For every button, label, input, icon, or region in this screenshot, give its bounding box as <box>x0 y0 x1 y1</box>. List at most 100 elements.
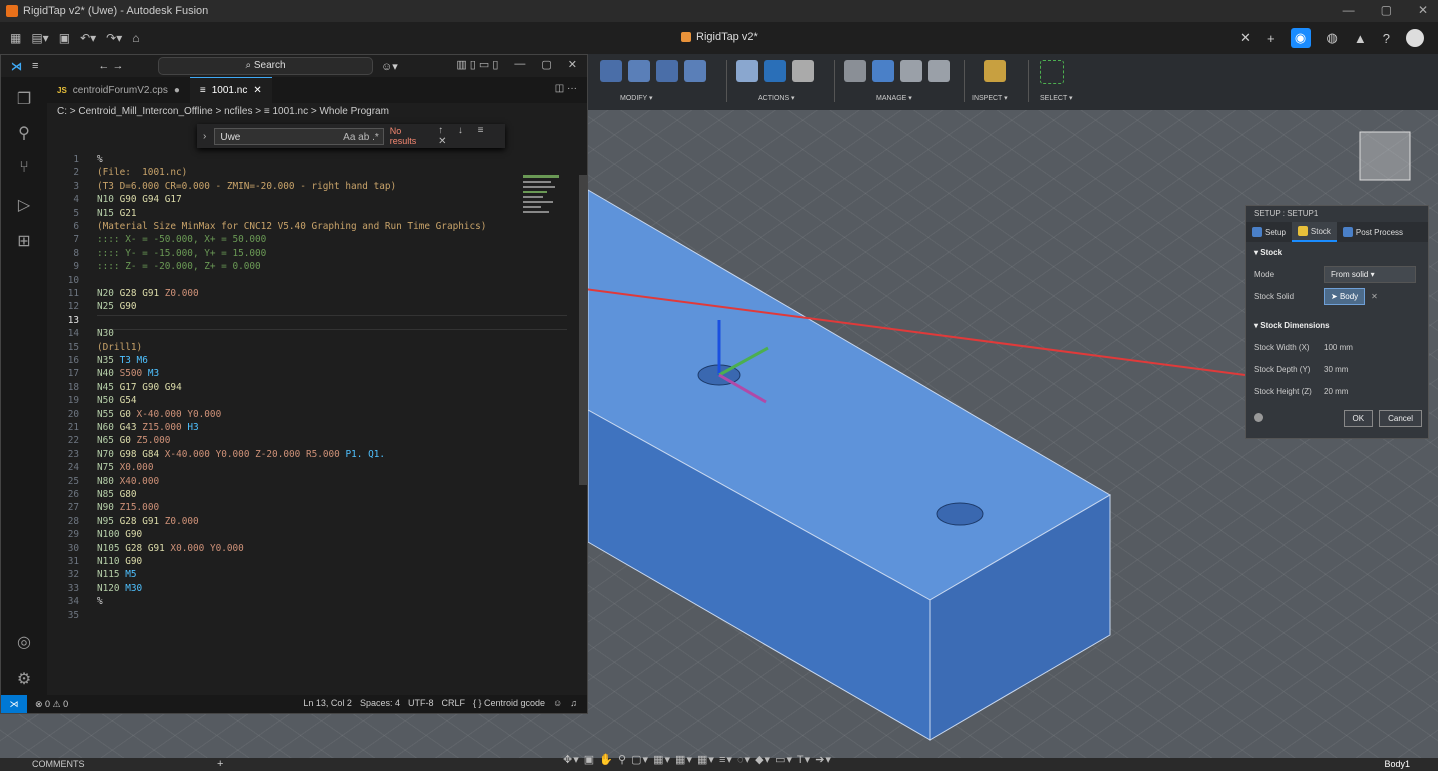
command-center-search[interactable]: ⌕ Search <box>158 57 373 75</box>
add-comment-button[interactable]: + <box>217 758 223 770</box>
account-icon[interactable]: ◎ <box>14 632 34 652</box>
modify-tool-icon[interactable] <box>628 60 650 82</box>
mode-select[interactable]: From solid ▾ <box>1324 265 1416 283</box>
find-controls[interactable]: ↑ ↓ ≡ ✕ <box>438 125 505 147</box>
code-line[interactable]: 26 N85 G80 <box>47 489 137 502</box>
modify-tool-icon[interactable] <box>600 60 622 82</box>
stock-dimensions-header[interactable]: ▾ Stock Dimensions <box>1246 315 1428 336</box>
find-input[interactable]: Uwe Aa ab .* <box>214 127 384 145</box>
comments-panel[interactable]: COMMENTS <box>32 759 85 769</box>
code-line[interactable]: 15 (Drill1) <box>47 342 142 355</box>
remote-indicator-icon[interactable]: ⋊ <box>1 695 27 713</box>
code-line[interactable]: 9:::: Z- = -20.000, Z+ = 0.000 <box>47 261 260 274</box>
layout-icon[interactable]: ▥ ▯ ▭ ▯ <box>456 58 498 71</box>
job-status-icon[interactable]: ◍ <box>1327 30 1338 46</box>
encoding[interactable]: UTF-8 <box>408 698 434 708</box>
code-line[interactable]: 12 N25 G90 <box>47 301 137 314</box>
home-icon[interactable]: ⌂ <box>132 31 139 45</box>
code-line[interactable]: 13 <box>47 315 97 328</box>
split-editor-icon[interactable]: ◫ ··· <box>555 83 577 94</box>
notifications-icon[interactable]: ▲ <box>1354 31 1367 46</box>
notifications-bell-icon[interactable]: ♫ <box>570 698 577 708</box>
tab-setup[interactable]: Setup <box>1246 222 1292 242</box>
maximize-icon[interactable]: ▢ <box>1381 3 1392 17</box>
actions-menu[interactable]: ACTIONS ▾ <box>758 94 795 102</box>
close-tab-icon[interactable]: ✕ <box>253 85 261 96</box>
code-line[interactable]: 11 N20 G28 G91 Z0.000 <box>47 288 199 301</box>
code-line[interactable]: 1% <box>47 154 102 167</box>
undo-icon[interactable]: ↶▾ <box>80 31 96 45</box>
code-line[interactable]: 25 N80 X40.000 <box>47 476 159 489</box>
search-icon[interactable]: ⚲ <box>14 123 34 143</box>
navigation-toolbar[interactable]: ✥▾ ▣ ✋ ⚲ ▢▾ ▦▾ ▦▾ ▦▾ ≡▾ ◌▾ ◆▾ ▭▾ T▾ ➔▾ <box>563 753 832 766</box>
code-line[interactable]: 10 <box>47 275 97 288</box>
modify-menu[interactable]: MODIFY ▾ <box>620 94 653 102</box>
avatar[interactable] <box>1406 29 1424 47</box>
code-line[interactable]: 24 N75 X0.000 <box>47 462 154 475</box>
code-line[interactable]: 32 N115 M5 <box>47 569 137 582</box>
code-line[interactable]: 19 N50 G54 <box>47 395 137 408</box>
minimap[interactable] <box>523 175 559 235</box>
machine-library-icon[interactable] <box>872 60 894 82</box>
template-library-icon[interactable] <box>928 60 950 82</box>
close-icon[interactable]: ✕ <box>568 58 577 71</box>
close-icon[interactable]: ✕ <box>1418 3 1428 17</box>
dim-value[interactable]: 100 mm <box>1324 343 1353 352</box>
tab-post-process[interactable]: Post Process <box>1337 222 1409 242</box>
cursor-position[interactable]: Ln 13, Col 2 <box>303 698 352 708</box>
minimize-icon[interactable]: — <box>1343 3 1355 17</box>
code-line[interactable]: 5 N15 G21 <box>47 208 136 221</box>
code-line[interactable]: 22 N65 G0 Z5.000 <box>47 435 171 448</box>
source-control-icon[interactable]: ⑂ <box>14 159 34 179</box>
line-ending[interactable]: CRLF <box>441 698 465 708</box>
tool-library-icon[interactable] <box>844 60 866 82</box>
code-line[interactable]: 31 N110 G90 <box>47 556 142 569</box>
maximize-icon[interactable]: ▢ <box>541 58 551 71</box>
cancel-button[interactable]: Cancel <box>1379 410 1422 427</box>
code-editor[interactable]: 1% 2 (File: 1001.nc) 3 (T3 D=6.000 CR=0.000 … <box>47 150 577 695</box>
modified-dot-icon[interactable]: ● <box>174 85 180 96</box>
post-process-icon[interactable] <box>764 60 786 82</box>
toggle-replace-icon[interactable]: › <box>203 131 206 142</box>
code-line[interactable]: 34% <box>47 596 103 609</box>
code-line[interactable]: 3 (T3 D=6.000 CR=0.000 - ZMIN=-20.000 - r… <box>47 181 396 194</box>
code-line[interactable]: 14 N30 <box>47 328 114 341</box>
code-line[interactable]: 16 N35 T3 M6 <box>47 355 148 368</box>
code-line[interactable]: 33 N120 M30 <box>47 583 142 596</box>
copilot-status-icon[interactable]: ☺ <box>553 698 562 708</box>
code-line[interactable]: 35 <box>47 610 97 623</box>
inspect-menu[interactable]: INSPECT ▾ <box>972 94 1008 102</box>
find-options[interactable]: Aa ab .* <box>343 129 383 144</box>
code-line[interactable]: 17 N40 S500 M3 <box>47 368 159 381</box>
tab-1001-nc[interactable]: ≡ 1001.nc ✕ <box>189 77 272 103</box>
breadcrumb[interactable]: C: > Centroid_Mill_Intercon_Offline > nc… <box>57 106 389 117</box>
nav-back-forward-icon[interactable]: ← → <box>98 60 123 72</box>
grid-menu-icon[interactable]: ▦ <box>10 31 21 45</box>
editor-scrollbar[interactable] <box>579 175 587 485</box>
code-line[interactable]: 30 N105 G28 G91 X0.000 Y0.000 <box>47 543 244 556</box>
settings-gear-icon[interactable]: ⚙ <box>14 669 34 689</box>
simulate-icon[interactable] <box>736 60 758 82</box>
stock-solid-selection[interactable]: ➤ Body <box>1324 287 1366 305</box>
code-line[interactable]: 18 N45 G17 G90 G94 <box>47 382 182 395</box>
problems-indicator[interactable]: ⊗ 0 ⚠ 0 <box>35 699 68 710</box>
modify-tool-icon[interactable] <box>656 60 678 82</box>
tab-centroid-cps[interactable]: JS centroidForumV2.cps ● <box>47 77 190 103</box>
dim-value[interactable]: 20 mm <box>1324 387 1348 396</box>
indentation[interactable]: Spaces: 4 <box>360 698 400 708</box>
explorer-icon[interactable]: ❐ <box>14 89 34 109</box>
select-icon[interactable] <box>1040 60 1064 84</box>
select-menu[interactable]: SELECT ▾ <box>1040 94 1073 102</box>
code-line[interactable]: 21 N60 G43 Z15.000 H3 <box>47 422 199 435</box>
code-line[interactable]: 6 (Material Size MinMax for CNC12 V5.40 G… <box>47 221 486 234</box>
manage-menu[interactable]: MANAGE ▾ <box>876 94 912 102</box>
code-line[interactable]: 8:::: Y- = -15.000, Y+ = 15.000 <box>47 248 266 261</box>
language-mode[interactable]: { } Centroid gcode <box>473 698 545 708</box>
menu-icon[interactable]: ≡ <box>32 60 38 72</box>
document-tab[interactable]: RigidTap v2* <box>681 31 758 43</box>
code-line[interactable]: 27 N90 Z15.000 <box>47 502 159 515</box>
extensions-icon[interactable]: ◉ <box>1290 28 1311 48</box>
code-line[interactable]: 28 N95 G28 G91 Z0.000 <box>47 516 199 529</box>
file-icon[interactable]: ▤▾ <box>31 31 48 45</box>
close-tab-icon[interactable]: ✕ <box>1240 30 1251 46</box>
